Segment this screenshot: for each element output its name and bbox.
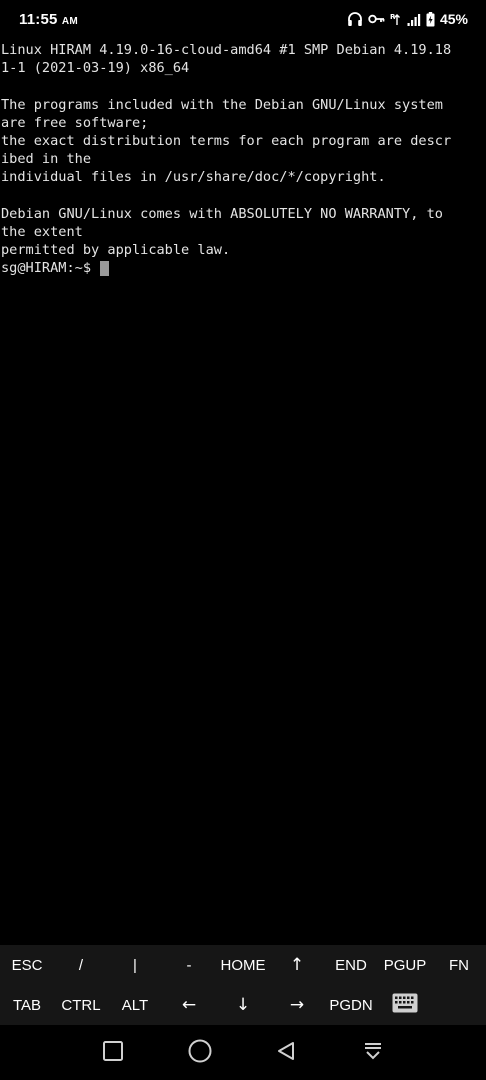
terminal-line: permitted by applicable law. bbox=[1, 242, 231, 259]
back-icon bbox=[275, 1040, 297, 1066]
status-icons: R 45% bbox=[347, 11, 468, 27]
terminal-view[interactable]: Linux HIRAM 4.19.0-16-cloud-amd64 #1 SMP… bbox=[1, 41, 485, 941]
status-time-value: 11:55 bbox=[19, 10, 58, 28]
terminal-line: Linux HIRAM 4.19.0-16-cloud-amd64 #1 SMP… bbox=[1, 42, 452, 58]
recent-apps-button[interactable] bbox=[93, 1033, 133, 1073]
status-bar: 11:55 AM R 45% bbox=[0, 0, 486, 38]
key-end[interactable]: END bbox=[324, 945, 378, 985]
home-icon bbox=[187, 1038, 213, 1068]
keyboard-icon bbox=[392, 993, 418, 1017]
key-spacer bbox=[432, 985, 486, 1025]
headphones-icon bbox=[347, 11, 363, 27]
key-esc[interactable]: ESC bbox=[0, 945, 54, 985]
key-ctrl[interactable]: CTRL bbox=[54, 985, 108, 1025]
vpn-key-icon bbox=[368, 13, 385, 25]
terminal-line: individual files in /usr/share/doc/*/cop… bbox=[1, 169, 386, 186]
status-time-suffix: AM bbox=[61, 15, 78, 27]
terminal-line: Debian GNU/Linux comes with ABSOLUTELY N… bbox=[1, 205, 443, 222]
key-pgdn[interactable]: PGDN bbox=[324, 985, 378, 1025]
back-button[interactable] bbox=[266, 1033, 306, 1073]
key-up[interactable]: ↑ bbox=[270, 945, 324, 985]
battery-percentage: 45% bbox=[439, 11, 468, 27]
key-alt[interactable]: ALT bbox=[108, 985, 162, 1025]
key-down[interactable]: ↓ bbox=[216, 985, 270, 1025]
key-pgup[interactable]: PGUP bbox=[378, 945, 432, 985]
terminal-line: are free software; bbox=[1, 114, 149, 131]
status-time: 11:55 AM bbox=[19, 11, 78, 28]
cellular-signal-icon bbox=[407, 13, 421, 26]
key-keyboard-toggle[interactable] bbox=[378, 985, 432, 1025]
wifi-calling-icon: R bbox=[390, 12, 402, 26]
terminal-prompt-line[interactable]: sg@HIRAM:~$ bbox=[1, 259, 485, 277]
terminal-cursor bbox=[100, 260, 110, 276]
terminal-line: 1-1 (2021-03-19) x86_64 bbox=[1, 60, 190, 77]
home-button[interactable] bbox=[180, 1033, 220, 1073]
navigation-bar bbox=[0, 1025, 486, 1080]
extra-keys-row-2: TAB CTRL ALT ← ↓ → PGDN bbox=[0, 985, 486, 1025]
terminal-line: the exact distribution terms for each pr… bbox=[1, 132, 452, 149]
hide-keyboard-icon bbox=[362, 1040, 384, 1066]
key-left[interactable]: ← bbox=[162, 985, 216, 1025]
key-home[interactable]: HOME bbox=[216, 945, 270, 985]
key-tab[interactable]: TAB bbox=[0, 985, 54, 1025]
key-minus[interactable]: - bbox=[162, 945, 216, 985]
key-pipe[interactable]: | bbox=[108, 945, 162, 985]
extra-keys-row-1: ESC / | - HOME ↑ END PGUP FN bbox=[0, 945, 486, 985]
extra-keys-bar: ESC / | - HOME ↑ END PGUP FN TAB CTRL AL… bbox=[0, 945, 486, 1025]
battery-charging-icon bbox=[426, 11, 435, 27]
hide-keyboard-button[interactable] bbox=[353, 1033, 393, 1073]
terminal-line: The programs included with the Debian GN… bbox=[1, 96, 443, 113]
terminal-line: ibed in the bbox=[1, 151, 92, 168]
key-right[interactable]: → bbox=[270, 985, 324, 1025]
terminal-prompt: sg@HIRAM:~$ bbox=[1, 260, 100, 277]
terminal-line: the extent bbox=[1, 223, 83, 240]
recent-apps-icon bbox=[102, 1040, 124, 1066]
key-fn[interactable]: FN bbox=[432, 945, 486, 985]
key-slash[interactable]: / bbox=[54, 945, 108, 985]
